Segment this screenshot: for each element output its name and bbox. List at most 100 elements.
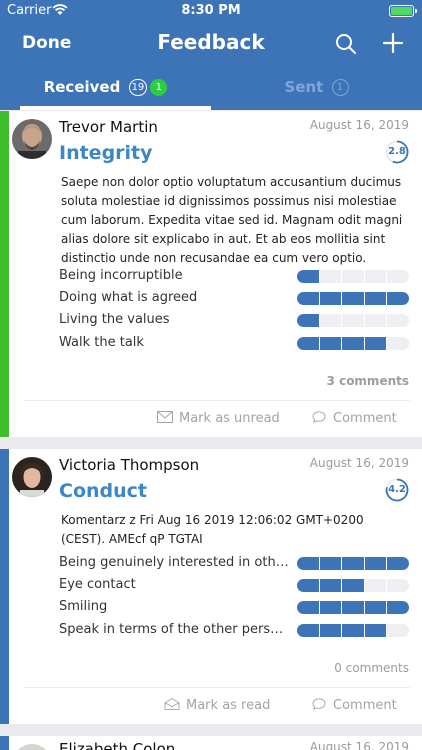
speech-bubble-icon [312,698,326,710]
card-status-stripe [0,111,9,437]
rating-segment-filled [297,601,319,614]
rating-segment-empty [319,314,342,327]
behavior-label: Walk the talk [59,335,144,350]
author-name: Trevor Martin [59,118,158,136]
add-icon[interactable] [381,31,405,55]
rating-segment-filled [319,557,342,570]
rating-segment-filled [364,337,387,350]
rating-segment-filled [297,624,319,637]
rating-segment-filled [297,557,319,570]
rating-bar [297,579,409,592]
rating-segment-filled [319,624,342,637]
rating-segment-empty [387,579,409,592]
rating-bar [297,624,409,637]
comments-count-link[interactable]: 0 comments [334,661,409,675]
speech-bubble-icon [312,411,326,423]
open-envelope-icon [164,698,180,710]
author-name: Elizabeth Colon [59,740,176,750]
rating-segment-filled [387,557,409,570]
rating-segment-filled [342,292,364,305]
comment-label: Comment [333,698,397,713]
rating-segment-filled [342,579,364,592]
feedback-date: August 16, 2019 [309,118,409,132]
behavior-label: Doing what is agreed [59,290,198,305]
avatar [12,457,52,497]
score-value: 2.8 [388,146,406,157]
rating-bar [297,292,409,305]
behavior-row: Doing what is agreed [59,290,411,306]
card-status-stripe [0,736,9,750]
tab-sent-label: Sent [284,78,324,96]
value-title: Integrity [59,142,153,164]
score-badge: 4.2 [385,478,409,502]
tab-received-label: Received [43,78,121,96]
feedback-date: August 16, 2019 [309,456,409,470]
mark-read-button[interactable]: Mark as read [164,698,270,713]
rating-segment-empty [342,270,364,283]
tab-received[interactable]: Received 19 1 [0,66,211,110]
rating-segment-empty [364,270,387,283]
behavior-row: Living the values [59,312,411,328]
comment-button[interactable]: Comment [311,411,397,426]
divider [24,400,410,401]
rating-bar [297,314,409,327]
envelope-icon [157,411,173,423]
behavior-row: Walk the talk [59,335,411,351]
mark-unread-button[interactable]: Mark as unread [157,411,280,426]
rating-segment-empty [387,314,409,327]
rating-segment-filled [297,314,319,327]
rating-bar [297,557,409,570]
behavior-label: Eye contact [59,577,136,592]
feedback-comment: Saepe non dolor optio voluptatum accusan… [61,175,403,265]
comment-label: Comment [333,411,397,426]
feedback-card[interactable]: Elizabeth Colon August 16, 2019 [0,736,422,750]
feedback-card[interactable]: Trevor Martin August 16, 2019 Integrity … [0,111,422,437]
behavior-row: Eye contact [59,577,411,593]
battery-icon [389,5,417,17]
feedback-date: August 16, 2019 [309,740,409,750]
rating-segment-empty [319,270,342,283]
comments-count-link[interactable]: 3 comments [327,374,409,388]
rating-segment-filled [319,337,342,350]
received-count-badge: 19 [128,79,148,96]
rating-segment-empty [342,314,364,327]
rating-segment-empty [364,314,387,327]
feedback-card[interactable]: Victoria Thompson August 16, 2019 Conduc… [0,449,422,724]
behavior-label: Being incorruptible [59,268,183,283]
rating-bar [297,337,409,350]
behavior-label: Speak in terms of the other person's... [59,622,291,637]
rating-segment-filled [297,292,319,305]
clock: 8:30 PM [181,3,241,18]
rating-segment-filled [342,557,364,570]
status-bar: Carrier 8:30 PM [0,0,422,22]
comment-button[interactable]: Comment [311,698,397,713]
rating-segment-filled [297,337,319,350]
search-icon[interactable] [334,32,358,56]
rating-segment-empty [387,624,409,637]
score-value: 4.2 [388,484,406,495]
rating-segment-filled [387,292,409,305]
rating-segment-filled [364,601,387,614]
rating-segment-filled [319,292,342,305]
rating-segment-filled [342,601,364,614]
page-title: Feedback [157,30,265,54]
avatar [12,744,52,750]
tab-bar: Received 19 1 Sent 1 [0,66,422,110]
rating-bar [297,270,409,283]
author-name: Victoria Thompson [59,456,200,474]
active-tab-indicator [20,106,211,110]
behavior-row: Being genuinely interested in other... [59,555,411,571]
tab-sent[interactable]: Sent 1 [211,66,422,110]
rating-segment-empty [364,579,387,592]
rating-segment-filled [364,292,387,305]
behavior-row: Being incorruptible [59,268,411,284]
divider [24,687,410,688]
sent-count-badge: 1 [331,79,349,96]
rating-segment-filled [319,579,342,592]
behavior-label: Being genuinely interested in other... [59,555,291,570]
rating-segment-filled [364,557,387,570]
rating-segment-filled [297,579,319,592]
rating-segment-filled [364,624,387,637]
behavior-row: Speak in terms of the other person's... [59,622,411,638]
behavior-row: Smiling [59,599,411,615]
